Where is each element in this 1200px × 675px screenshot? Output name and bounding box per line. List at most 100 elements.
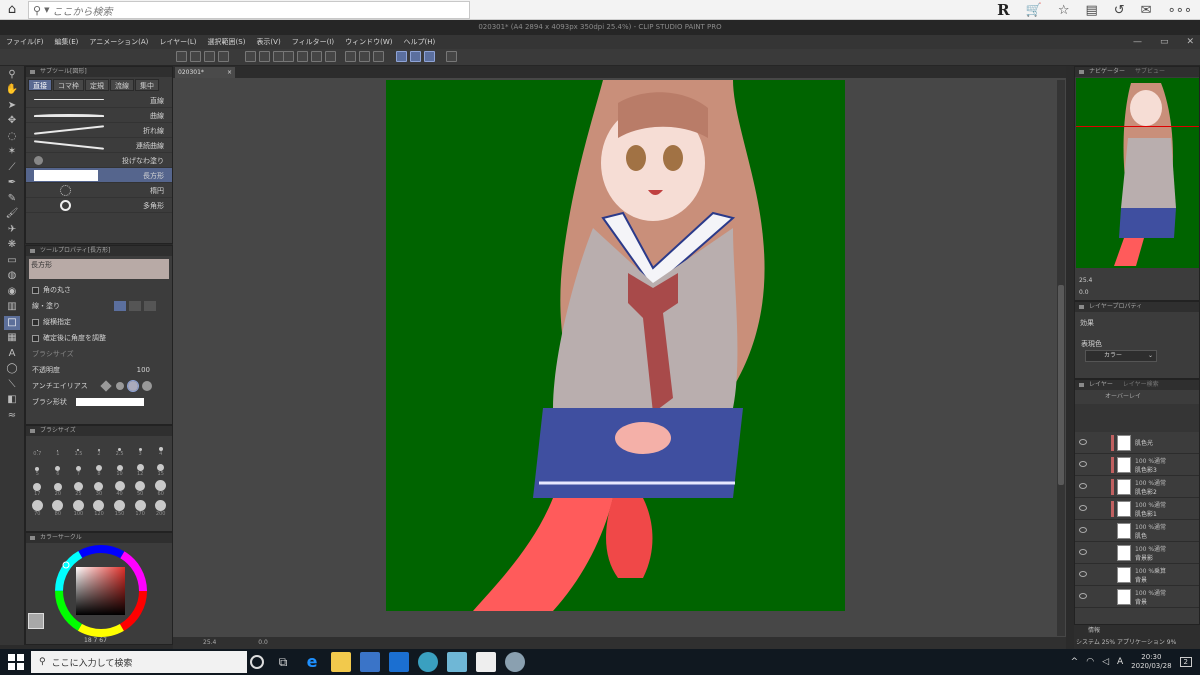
eye-icon[interactable]: [1079, 439, 1087, 445]
snap-ruler-icon[interactable]: [396, 51, 407, 62]
invert-selection-icon[interactable]: [359, 51, 370, 62]
mail-app-icon[interactable]: [389, 652, 409, 672]
brush-size-cell[interactable]: 1.5: [69, 439, 88, 457]
subtool-item[interactable]: 曲線: [26, 108, 172, 123]
eye-icon[interactable]: [1079, 483, 1087, 489]
move-layer-tool-icon[interactable]: ✥: [4, 114, 20, 128]
eye-icon[interactable]: [1079, 527, 1087, 533]
brush-size-row[interactable]: ブラシサイズ: [26, 346, 172, 362]
brush-size-cell[interactable]: 6: [49, 459, 68, 477]
color-swatch-icon[interactable]: ◧: [4, 393, 20, 407]
navigator-rotation[interactable]: 0.0: [1079, 289, 1089, 296]
tray-chevron-icon[interactable]: ^: [1071, 657, 1079, 667]
eraser-tool-icon[interactable]: ▭: [4, 254, 20, 268]
fill-icon[interactable]: [311, 51, 322, 62]
eyedropper-tool-icon[interactable]: ⟋: [4, 161, 20, 175]
menu-window[interactable]: ウィンドウ(W): [345, 37, 392, 47]
correct-line-tool-icon[interactable]: ⟍: [4, 378, 20, 392]
subtool-tab-ruler[interactable]: 定規: [85, 79, 109, 91]
brush-size-cell[interactable]: 17: [28, 479, 47, 497]
eye-icon[interactable]: [1079, 549, 1087, 555]
paint-app-icon[interactable]: [505, 652, 525, 672]
hand-tool-icon[interactable]: ✋: [4, 83, 20, 97]
minimize-icon[interactable]: —: [1133, 35, 1142, 49]
scroll-thumb[interactable]: [1058, 285, 1064, 485]
zoom-tool-icon[interactable]: ⚲: [4, 68, 20, 82]
magic-wand-tool-icon[interactable]: ✶: [4, 145, 20, 159]
store-icon[interactable]: [360, 652, 380, 672]
menu-help[interactable]: ヘルプ(H): [403, 37, 435, 47]
operation-tool-icon[interactable]: ➤: [4, 99, 20, 113]
close-icon[interactable]: ✕: [1186, 35, 1194, 49]
checkbox[interactable]: [32, 334, 39, 342]
fill-tool-icon[interactable]: ◉: [4, 285, 20, 299]
layer-row[interactable]: 100 %通常 肌色: [1075, 520, 1199, 542]
explorer-icon[interactable]: [331, 652, 351, 672]
line-and-fill-icon[interactable]: [144, 301, 156, 311]
menu-animation[interactable]: アニメーション(A): [89, 37, 148, 47]
wave-icon[interactable]: ≈: [4, 409, 20, 423]
pencil-tool-icon[interactable]: ✎: [4, 192, 20, 206]
brush-size-cell[interactable]: 200: [151, 499, 170, 517]
airbrush-tool-icon[interactable]: ✈: [4, 223, 20, 237]
layer-row[interactable]: 100 %通常 肌色影1: [1075, 498, 1199, 520]
subtool-tab-speedline[interactable]: 流線: [110, 79, 134, 91]
antialias-medium-icon[interactable]: [127, 380, 139, 392]
brush-size-cell[interactable]: 4: [151, 439, 170, 457]
snap-special-ruler-icon[interactable]: [410, 51, 421, 62]
dropdown-icon[interactable]: ▼: [44, 6, 49, 14]
pen-tool-icon[interactable]: ✒: [4, 176, 20, 190]
eye-icon[interactable]: [1079, 593, 1087, 599]
adjust-angle-row[interactable]: 確定後に角度を調整: [26, 330, 172, 346]
brush-size-cell[interactable]: 50: [131, 479, 150, 497]
more-icon[interactable]: ∘∘∘: [1168, 3, 1192, 18]
layer-row[interactable]: 100 %通常 肌色影2: [1075, 476, 1199, 498]
brush-size-cell[interactable]: 0.7: [28, 439, 47, 457]
brush-size-cell[interactable]: 2.5: [110, 439, 129, 457]
brush-size-cell[interactable]: 30: [90, 479, 109, 497]
brush-size-cell[interactable]: 100: [69, 499, 88, 517]
menu-file[interactable]: ファイル(F): [6, 37, 44, 47]
deselect-icon[interactable]: [345, 51, 356, 62]
open-file-icon[interactable]: [204, 51, 215, 62]
r-logo-icon[interactable]: R: [997, 1, 1009, 19]
color-wheel[interactable]: [26, 543, 174, 643]
brush-size-cell[interactable]: 1: [49, 439, 68, 457]
menu-layer[interactable]: レイヤー(L): [159, 37, 196, 47]
new-file-icon[interactable]: [190, 51, 201, 62]
brush-size-cell[interactable]: 12: [131, 459, 150, 477]
brush-size-cell[interactable]: 70: [28, 499, 47, 517]
decoration-tool-icon[interactable]: ❋: [4, 238, 20, 252]
lasso-tool-icon[interactable]: ◌: [4, 130, 20, 144]
brush-size-cell[interactable]: 20: [49, 479, 68, 497]
subtool-item-selected[interactable]: 長方形: [26, 168, 172, 183]
eye-icon[interactable]: [1079, 505, 1087, 511]
antialias-none-icon[interactable]: [100, 380, 112, 392]
cortana-icon[interactable]: [250, 655, 264, 669]
antialias-weak-icon[interactable]: [116, 382, 124, 390]
antialias-row[interactable]: アンチエイリアス: [26, 378, 172, 394]
copy-icon[interactable]: [283, 51, 294, 62]
brush-size-cell[interactable]: 5: [28, 459, 47, 477]
blend-mode-dropdown[interactable]: オーバーレイ: [1075, 390, 1199, 404]
artwork[interactable]: [173, 78, 1066, 637]
volume-icon[interactable]: ◁: [1102, 657, 1109, 667]
eye-icon[interactable]: [1079, 461, 1087, 467]
undo-icon[interactable]: [245, 51, 256, 62]
brush-size-cell[interactable]: 60: [151, 479, 170, 497]
checkbox[interactable]: [32, 318, 39, 326]
main-color-swatch[interactable]: [28, 613, 44, 629]
menu-edit[interactable]: 編集(E): [55, 37, 79, 47]
corner-round-row[interactable]: 角の丸さ: [26, 282, 172, 298]
mail-icon[interactable]: ✉: [1141, 3, 1152, 18]
windows-start-icon[interactable]: [8, 654, 24, 670]
brush-size-cell[interactable]: 25: [69, 479, 88, 497]
subtool-item[interactable]: 多角形: [26, 198, 172, 213]
rotation-value[interactable]: 0.0: [258, 639, 268, 646]
brush-size-cell[interactable]: 2: [90, 439, 109, 457]
brush-size-cell[interactable]: 120: [90, 499, 109, 517]
list-icon[interactable]: ▤: [1085, 3, 1097, 18]
brush-size-cell[interactable]: 8: [90, 459, 109, 477]
line-only-icon[interactable]: [114, 301, 126, 311]
blend-tool-icon[interactable]: ◍: [4, 269, 20, 283]
